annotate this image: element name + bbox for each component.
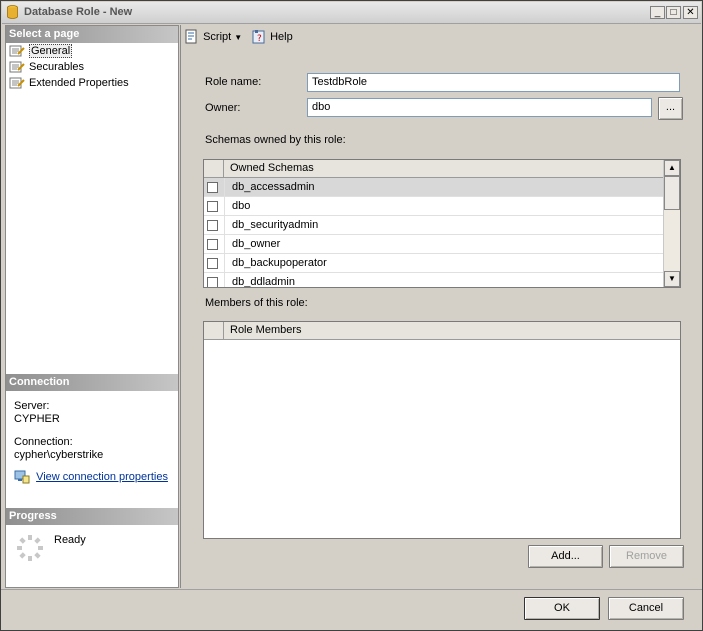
cell-divider [224, 235, 225, 254]
cell-divider [224, 254, 225, 273]
scroll-down-arrow-icon[interactable]: ▼ [664, 271, 680, 287]
schema-checkbox[interactable] [207, 182, 218, 193]
toolbar: Script ▼ ? Help [181, 25, 702, 49]
progress-status: Ready [54, 534, 86, 546]
nav-item-securables[interactable]: Securables [9, 60, 177, 75]
schema-row[interactable]: db_securityadmin [204, 216, 664, 235]
cell-divider [224, 197, 225, 216]
svg-text:?: ? [257, 34, 262, 44]
dialog-window: Database Role - New _ □ ✕ Select a page … [0, 0, 703, 631]
check-column-header [204, 160, 224, 177]
nav-item-label: General [29, 44, 73, 58]
page-properties-icon [9, 61, 25, 73]
database-icon [7, 5, 18, 19]
schema-name: db_ddladmin [232, 276, 295, 288]
connection-header: Connection [6, 374, 178, 391]
progress-header: Progress [6, 508, 178, 525]
schema-row[interactable]: db_backupoperator [204, 254, 664, 273]
help-button[interactable]: ? Help [251, 28, 293, 46]
page-properties-icon [9, 77, 25, 89]
right-pane: Script ▼ ? Help Role name: TestdbRole Ow… [180, 25, 701, 588]
owned-schemas-header: Owned Schemas [204, 160, 664, 178]
role-members-grid: Role Members [203, 321, 681, 539]
cell-divider [224, 178, 225, 197]
nav-item-extended-properties[interactable]: Extended Properties [9, 76, 177, 91]
schema-name: db_owner [232, 238, 281, 250]
page-properties-icon [9, 45, 25, 57]
title-bar: Database Role - New _ □ ✕ [2, 2, 701, 24]
scroll-up-arrow-icon[interactable]: ▲ [664, 160, 680, 176]
server-label: Server: [14, 400, 50, 412]
window-title: Database Role - New [24, 6, 133, 18]
script-icon [185, 29, 197, 44]
progress-spinner-icon [17, 535, 43, 561]
schema-name: dbo [232, 200, 251, 212]
cell-divider [224, 273, 225, 287]
owner-label: Owner: [205, 102, 241, 114]
role-members-column-header[interactable]: Role Members [230, 324, 302, 336]
dropdown-arrow-icon: ▼ [234, 33, 243, 42]
nav-item-label: Securables [29, 61, 85, 73]
owned-schemas-grid: Owned Schemas db_accessadmindbo db_securi… [203, 159, 681, 288]
scroll-thumb[interactable] [664, 176, 680, 210]
schema-checkbox[interactable] [207, 277, 218, 287]
owner-input[interactable]: dbo [307, 98, 652, 117]
left-pane: Select a page General Securables Extended … [5, 25, 179, 588]
schema-checkbox[interactable] [207, 239, 218, 250]
schema-checkbox[interactable] [207, 220, 218, 231]
owner-browse-button[interactable]: ... [658, 97, 683, 120]
owned-schemas-column-header[interactable]: Owned Schemas [230, 162, 314, 174]
connection-properties-icon [14, 470, 30, 484]
view-connection-link[interactable]: View connection properties [36, 471, 168, 483]
connection-value: cypher\cyberstrike [14, 449, 104, 461]
schema-name: db_securityadmin [232, 219, 319, 231]
cancel-button[interactable]: Cancel [608, 597, 684, 620]
schemas-scrollbar[interactable]: ▲ ▼ [663, 160, 680, 287]
help-label: Help [270, 31, 293, 43]
role-members-header: Role Members [204, 322, 680, 340]
maximize-button[interactable]: □ [666, 6, 681, 19]
server-value: CYPHER [14, 413, 60, 425]
schema-name: db_backupoperator [232, 257, 327, 269]
members-label: Members of this role: [205, 297, 308, 309]
role-name-label: Role name: [205, 76, 262, 88]
minimize-button[interactable]: _ [650, 6, 665, 19]
select-page-header: Select a page [6, 26, 178, 43]
connection-label: Connection: [14, 436, 73, 448]
footer-divider [1, 589, 702, 590]
schema-row[interactable]: db_ddladmin [204, 273, 664, 288]
schema-name: db_accessadmin [232, 181, 315, 193]
cell-divider [224, 216, 225, 235]
nav-item-general[interactable]: General [9, 44, 177, 59]
close-button[interactable]: ✕ [683, 6, 698, 19]
view-connection-properties[interactable]: View connection properties [14, 470, 168, 484]
schema-row[interactable]: db_accessadmin [204, 178, 664, 197]
schema-checkbox[interactable] [207, 258, 218, 269]
add-button[interactable]: Add... [528, 545, 603, 568]
schema-row[interactable]: db_owner [204, 235, 664, 254]
nav-item-label: Extended Properties [29, 77, 129, 89]
schemas-label: Schemas owned by this role: [205, 134, 346, 146]
schema-checkbox[interactable] [207, 201, 218, 212]
role-name-input[interactable]: TestdbRole [307, 73, 680, 92]
script-button[interactable]: Script ▼ [184, 28, 242, 46]
remove-button[interactable]: Remove [609, 545, 684, 568]
help-icon: ? [252, 30, 265, 44]
script-label: Script [203, 31, 232, 43]
ok-button[interactable]: OK [524, 597, 600, 620]
member-check-column-header [204, 322, 224, 339]
schema-row[interactable]: dbo [204, 197, 664, 216]
